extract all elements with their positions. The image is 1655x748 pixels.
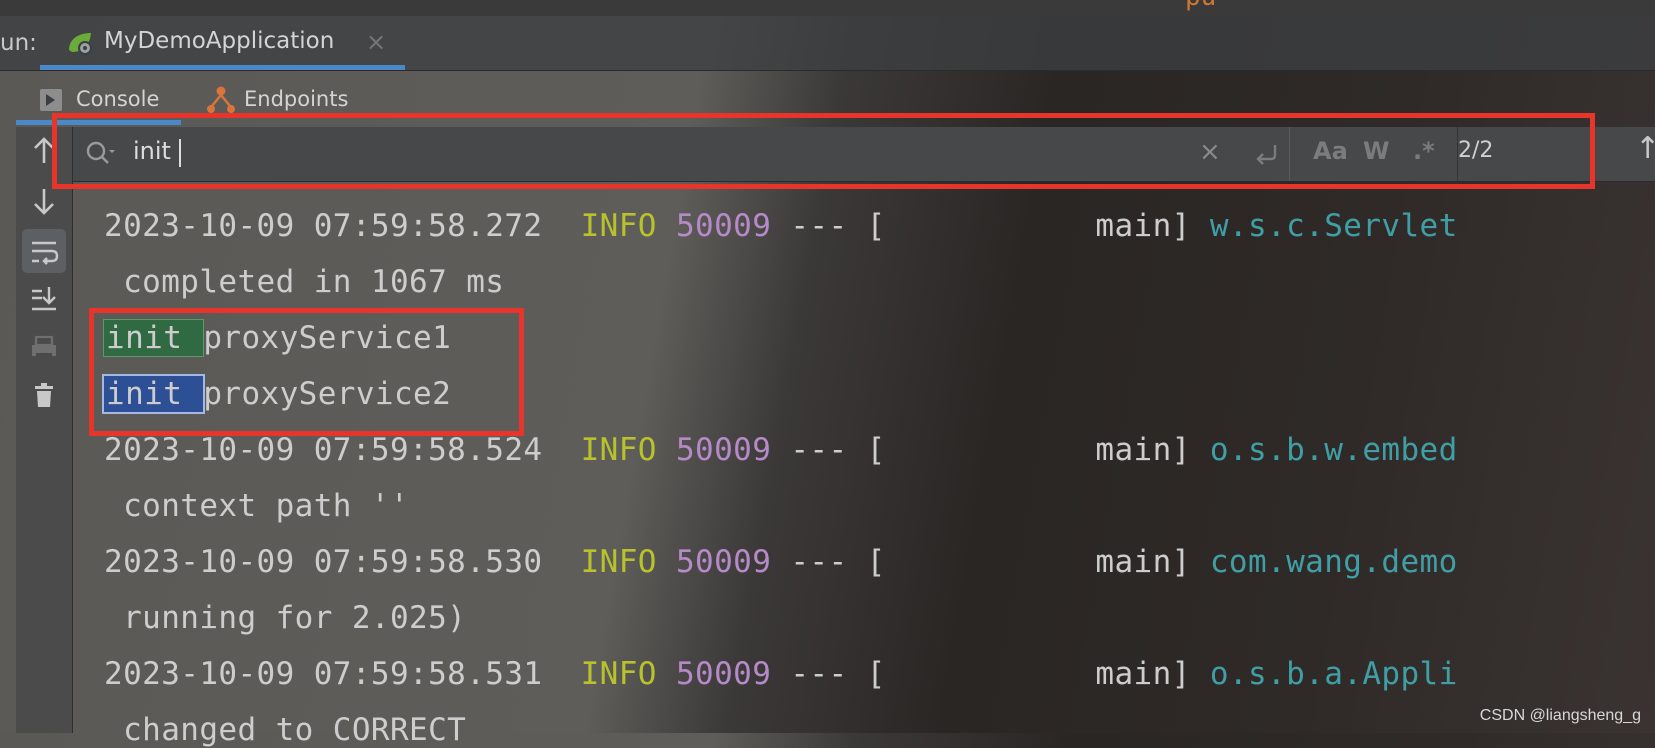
console-line: changed to CORRECT [104, 712, 467, 748]
console-line: 2023-10-09 07:59:58.272 INFO 50009 --- [… [104, 208, 1458, 244]
console-line: 2023-10-09 07:59:58.524 INFO 50009 --- [… [104, 432, 1458, 468]
console-line: 2023-10-09 07:59:58.531 INFO 50009 --- [… [104, 656, 1458, 692]
annotation-box-matches [89, 308, 524, 436]
console-line: context path '' [104, 488, 410, 524]
console-line: completed in 1067 ms [104, 264, 505, 300]
watermark: CSDN @liangsheng_g [1479, 707, 1641, 724]
console-line: running for 2.025) [104, 600, 467, 636]
console-line: 2023-10-09 07:59:58.530 INFO 50009 --- [… [104, 544, 1458, 580]
annotation-box-search [52, 113, 1595, 189]
